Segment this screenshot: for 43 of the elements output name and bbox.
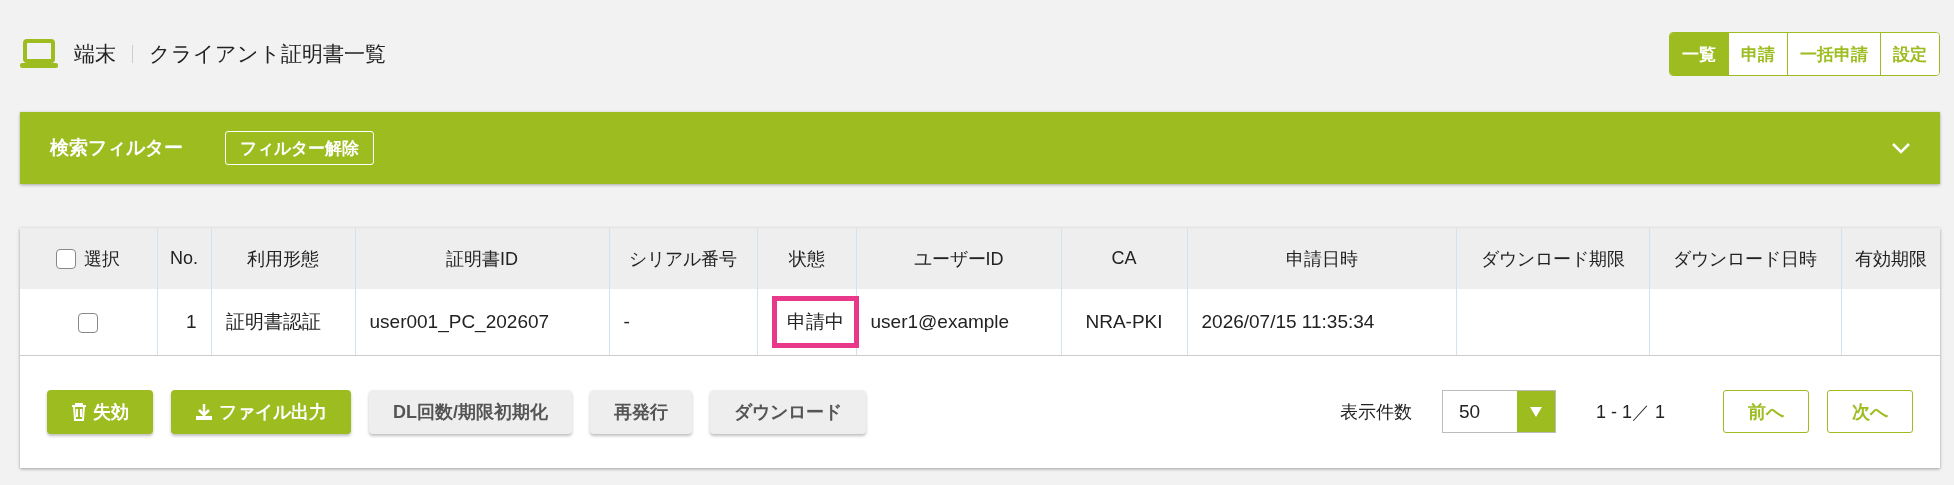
chevron-icon[interactable] — [1892, 142, 1910, 154]
action-button[interactable]: 再発行 — [590, 389, 692, 434]
column-header: 利用形態 — [211, 228, 355, 289]
page-title: クライアント証明書一覧 — [149, 41, 386, 67]
column-header: ユーザーID — [856, 228, 1061, 289]
prev-button[interactable]: 前へ — [1723, 390, 1809, 434]
table-cell: 1 — [185, 310, 197, 332]
column-header: 状態 — [757, 228, 856, 289]
page-range: 1 - 1／ 1 — [1595, 400, 1665, 424]
nav-tab[interactable]: 設定 — [1880, 33, 1939, 75]
column-header: 有効期限 — [1841, 228, 1940, 289]
column-header: 申請日時 — [1187, 228, 1456, 289]
column-header: No. — [157, 228, 211, 289]
trash-icon — [71, 402, 87, 421]
page-size-label: 表示件数 — [1339, 400, 1412, 424]
section-title: 端末 — [74, 41, 116, 67]
clear-filter-button[interactable]: フィルター解除 — [225, 131, 374, 165]
column-header: CA — [1061, 228, 1187, 289]
download-icon — [195, 402, 213, 421]
column-header: 選択 — [84, 247, 121, 271]
action-button[interactable]: DL回数/期限初期化 — [369, 389, 572, 434]
table-cell: - — [623, 310, 630, 332]
page-size-select[interactable]: 50 — [1441, 390, 1556, 434]
dropdown-arrow-icon — [1529, 406, 1542, 417]
column-header: ダウンロード日時 — [1649, 228, 1841, 289]
checkbox[interactable] — [78, 312, 99, 333]
table-cell: user1@example — [870, 310, 1010, 332]
next-button[interactable]: 次へ — [1827, 390, 1913, 434]
filter-title: 検索フィルター — [50, 136, 183, 160]
table-cell: user001_PC_202607 — [369, 310, 550, 332]
table-cell: 2026/07/15 11:35:34 — [1201, 310, 1375, 332]
column-header: シリアル番号 — [609, 228, 757, 289]
column-header: 証明書ID — [355, 228, 609, 289]
column-header: ダウンロード期限 — [1456, 228, 1649, 289]
action-button[interactable]: 失効 — [47, 389, 153, 434]
laptop-icon — [20, 39, 58, 69]
action-button[interactable]: ファイル出力 — [171, 389, 351, 434]
checkbox[interactable] — [56, 248, 77, 269]
action-button[interactable]: ダウンロード — [710, 389, 866, 434]
table-cell: NRA-PKI — [1085, 310, 1163, 332]
nav-tab[interactable]: 一覧 — [1670, 33, 1728, 75]
status-cell: 申請中 — [771, 295, 859, 348]
table-cell: 証明書認証 — [225, 310, 321, 332]
